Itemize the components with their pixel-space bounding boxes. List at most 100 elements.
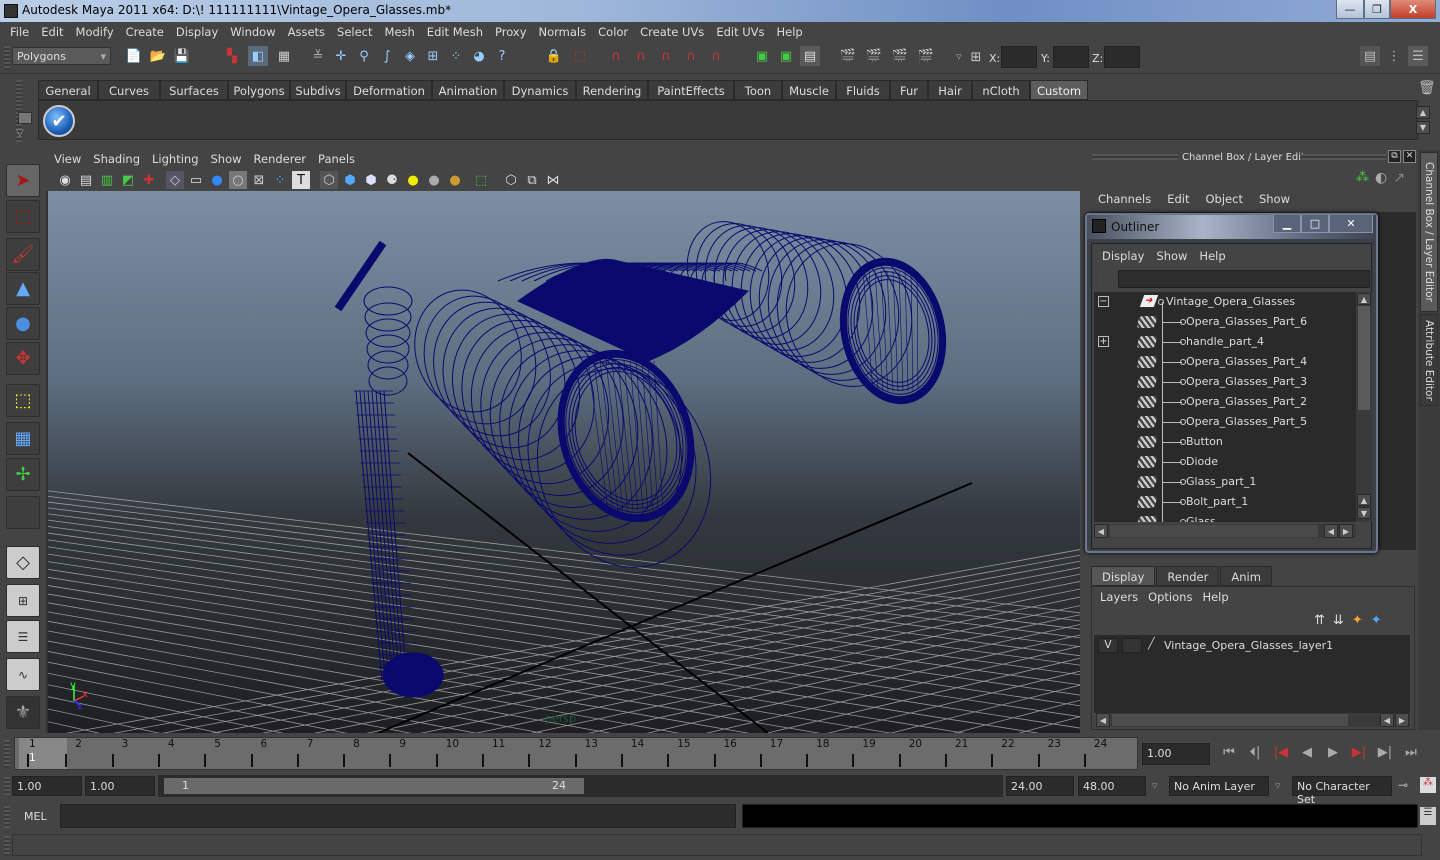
isolate-select-icon[interactable]: ⬚ xyxy=(472,171,490,189)
menu-create-uvs[interactable]: Create UVs xyxy=(634,22,710,42)
attribute-editor-toggle-icon[interactable]: ▤ xyxy=(1360,46,1380,66)
shelf-tab-general[interactable]: General xyxy=(38,80,98,100)
highlight-selection-icon[interactable]: ⬚ xyxy=(570,46,590,66)
auto-key-icon[interactable]: ⊸ xyxy=(1398,778,1408,792)
anim-layer-dropdown[interactable]: No Anim Layer xyxy=(1169,776,1269,796)
viewport-menu-show[interactable]: Show xyxy=(207,150,250,170)
arrow-icon[interactable]: ↗ xyxy=(1393,170,1405,186)
command-input[interactable] xyxy=(60,804,736,828)
image-plane-icon[interactable]: ◩ xyxy=(119,171,137,189)
time-slider[interactable]: 1 1 2 3 4 5 6 7 8 9 10 11 12 13 14 15 16 17 18 19 20 21 22 23 2… xyxy=(14,737,1138,770)
go-to-start-icon[interactable]: ⏮ xyxy=(1216,745,1242,760)
layer-tab-display[interactable]: Display xyxy=(1091,566,1156,586)
checkmark-shelf-icon[interactable]: ✔ xyxy=(43,105,75,137)
shelf-scroll-down[interactable]: ▼ xyxy=(1416,121,1430,134)
input-ops-icon[interactable]: ▣ xyxy=(752,46,772,66)
playback-start-field[interactable]: 1.00 xyxy=(85,776,155,796)
menu-normals[interactable]: Normals xyxy=(533,22,593,42)
float-panel-icon[interactable]: ⧉ xyxy=(1388,150,1401,163)
viewport-menu-shading[interactable]: Shading xyxy=(89,150,148,170)
animation-start-field[interactable]: 1.00 xyxy=(12,776,82,796)
safe-title-icon[interactable]: T xyxy=(292,171,310,189)
layer-color-swatch[interactable]: ╱ xyxy=(1148,637,1155,650)
outliner-titlebar[interactable]: Outliner ▁ □ ✕ xyxy=(1087,215,1376,239)
expand-icon[interactable]: + xyxy=(1098,336,1109,347)
viewport-menu-renderer[interactable]: Renderer xyxy=(250,150,315,170)
menu-mesh[interactable]: Mesh xyxy=(379,22,421,42)
outliner-item[interactable]: + handle_part_4 xyxy=(1094,332,1356,352)
absolute-transform-icon[interactable]: ⊞ xyxy=(966,47,986,67)
make-live-icon[interactable]: ∩ xyxy=(706,46,726,66)
channels-menu-channels[interactable]: Channels xyxy=(1090,192,1159,206)
snap-grid-icon[interactable]: ∩ xyxy=(606,46,626,66)
render-current-icon[interactable]: 🎬 xyxy=(864,46,884,66)
shelf-tab-surfaces[interactable]: Surfaces xyxy=(160,80,228,100)
hardware-texturing-icon[interactable]: ⋈ xyxy=(544,171,562,189)
panel-drag-handle[interactable] xyxy=(1092,154,1178,160)
character-set-dropdown[interactable]: No Character Set xyxy=(1292,776,1392,806)
range-slider-thumb[interactable]: 1 24 xyxy=(164,778,584,794)
scroll-up-button-bottom[interactable]: ▲ xyxy=(1357,494,1371,506)
z-field[interactable] xyxy=(1104,46,1140,68)
step-forward-frame-icon[interactable]: ▶| xyxy=(1372,745,1398,760)
command-line-handle[interactable] xyxy=(4,806,10,828)
y-field[interactable] xyxy=(1053,46,1089,68)
mask-filter-icon[interactable]: ≚ xyxy=(308,46,328,66)
timeline-handle[interactable] xyxy=(4,740,10,768)
viewport-menu-lighting[interactable]: Lighting xyxy=(148,150,206,170)
open-scene-icon[interactable]: 📂 xyxy=(148,46,168,66)
outliner-menu-help[interactable]: Help xyxy=(1195,249,1233,263)
layer-tab-anim[interactable]: Anim xyxy=(1220,566,1272,586)
scroll-right-button[interactable]: ▶ xyxy=(1339,524,1353,538)
outliner-menu-show[interactable]: Show xyxy=(1152,249,1195,263)
tab-channel-box[interactable]: Channel Box / Layer Editor xyxy=(1420,152,1438,312)
trash-icon[interactable]: 🗑 xyxy=(1418,80,1436,96)
outliner-close-button[interactable]: ✕ xyxy=(1329,215,1373,233)
shelf-tab-muscle[interactable]: Muscle xyxy=(782,80,836,100)
step-forward-key-icon[interactable]: ▶| xyxy=(1346,745,1372,760)
outliner-item[interactable]: Opera_Glasses_Part_5 xyxy=(1094,412,1356,432)
select-handles-icon[interactable]: ✛ xyxy=(331,46,351,66)
show-manipulator-icon[interactable]: ✢ xyxy=(6,458,40,491)
layer-visibility-toggle[interactable]: V xyxy=(1098,638,1118,653)
film-gate-icon[interactable]: ▭ xyxy=(187,171,205,189)
select-component-icon[interactable]: ▦ xyxy=(274,46,294,66)
render-view-icon[interactable]: 🎬 xyxy=(838,46,858,66)
shelf-tab-deformation[interactable]: Deformation xyxy=(346,80,432,100)
smooth-shade-icon[interactable]: ⬢ xyxy=(341,171,359,189)
shelf-tab-toon[interactable]: Toon xyxy=(734,80,782,100)
tool-settings-toggle-icon[interactable]: ⋮ xyxy=(1384,46,1404,66)
wireframe-icon[interactable]: ⬡ xyxy=(320,171,338,189)
render-settings-icon[interactable]: 🎬 xyxy=(916,46,936,66)
display-mode-icon[interactable]: ◐ xyxy=(1375,170,1387,186)
channels-menu-show[interactable]: Show xyxy=(1251,192,1298,206)
shelf-tab-subdivs[interactable]: Subdivs xyxy=(290,80,346,100)
create-empty-layer-icon[interactable]: ✦ xyxy=(1352,613,1363,628)
close-panel-icon[interactable]: ✕ xyxy=(1403,150,1416,163)
outliner-filter-input[interactable] xyxy=(1118,270,1370,288)
panel-drag-handle-right[interactable] xyxy=(1300,154,1386,160)
shelf-tab-animation[interactable]: Animation xyxy=(432,80,504,100)
move-layer-up-icon[interactable]: ⇈ xyxy=(1314,613,1325,628)
shelf-tab-painteffects[interactable]: PaintEffects xyxy=(648,80,734,100)
select-tool-icon[interactable]: ➤ xyxy=(6,164,40,197)
move-tool-icon[interactable]: ▲ xyxy=(6,272,40,305)
go-to-end-icon[interactable]: ⏭ xyxy=(1398,745,1424,760)
range-handle[interactable] xyxy=(4,777,10,795)
lock-selection-icon[interactable]: 🔒 xyxy=(544,46,564,66)
outliner-item[interactable]: Diode xyxy=(1094,452,1356,472)
shelf-tab-hair[interactable]: Hair xyxy=(928,80,972,100)
shadows-icon[interactable]: ● xyxy=(446,171,464,189)
select-hierarchy-icon[interactable]: ▚ xyxy=(222,46,242,66)
layer-menu-layers[interactable]: Layers xyxy=(1098,590,1146,604)
select-curves-icon[interactable]: ∫ xyxy=(377,46,397,66)
menu-help[interactable]: Help xyxy=(771,22,809,42)
tab-attribute-editor[interactable]: Attribute Editor xyxy=(1420,314,1438,406)
scroll-left-button-right[interactable]: ◀ xyxy=(1324,524,1338,538)
rotate-tool-icon[interactable]: ● xyxy=(6,307,40,340)
last-tool-slot[interactable] xyxy=(6,496,40,529)
camera-attributes-icon[interactable]: ▤ xyxy=(77,171,95,189)
xray-joints-icon[interactable]: ⧉ xyxy=(523,171,541,189)
menu-create[interactable]: Create xyxy=(120,22,170,42)
menu-modify[interactable]: Modify xyxy=(70,22,120,42)
